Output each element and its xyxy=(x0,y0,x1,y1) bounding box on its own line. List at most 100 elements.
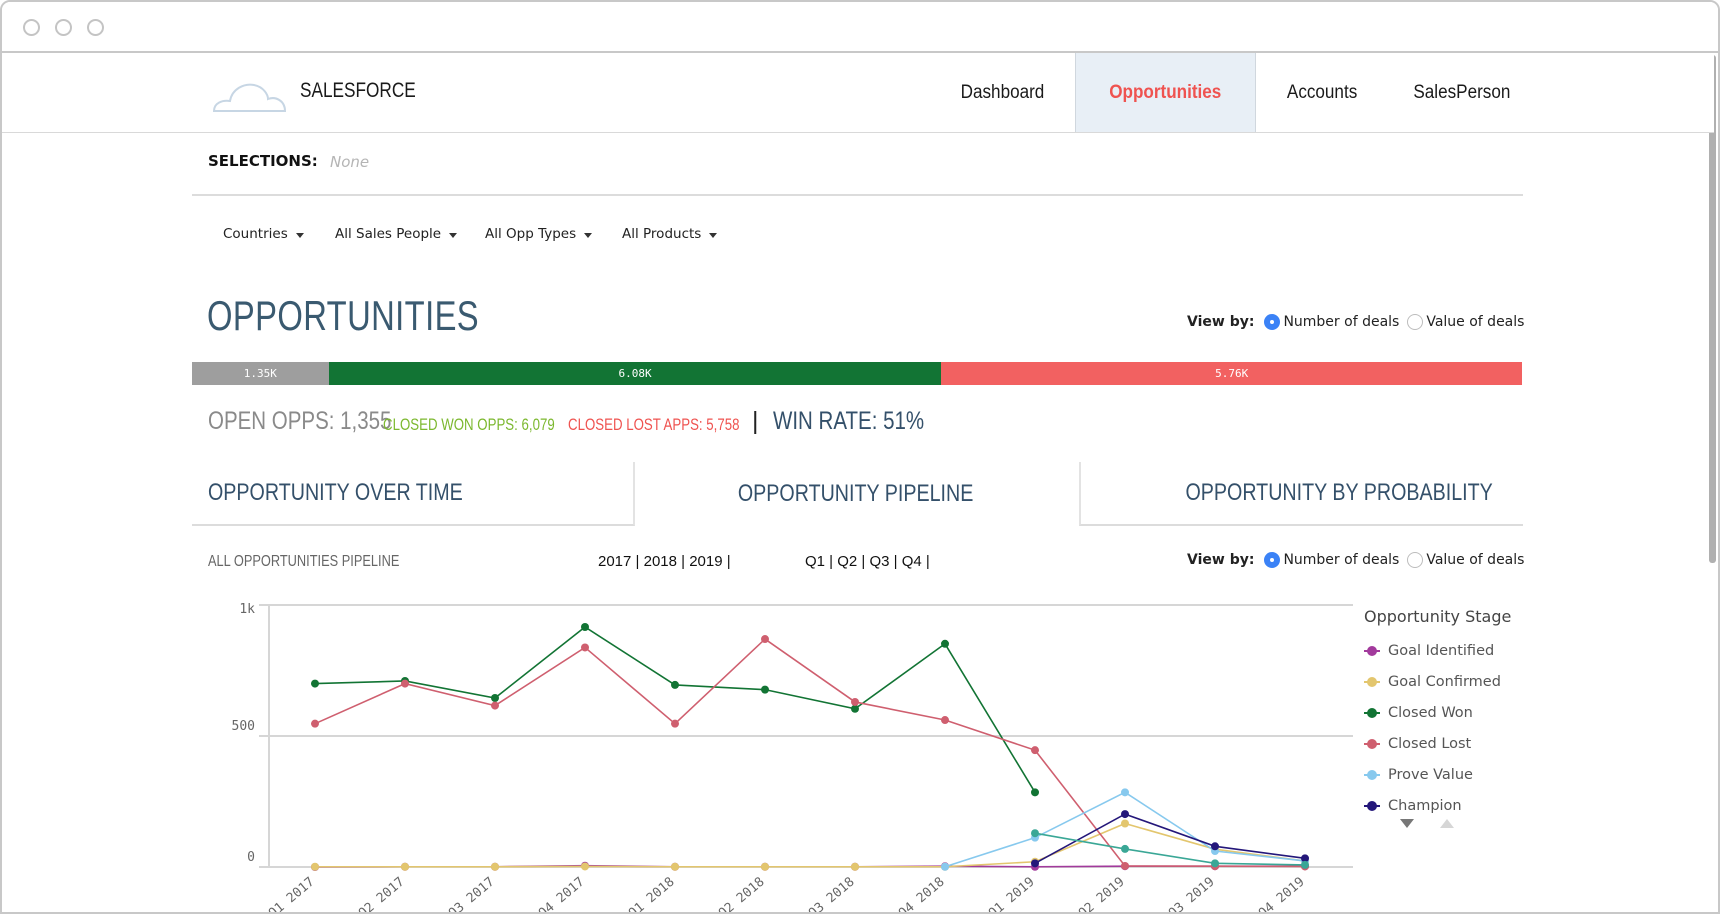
window-close-button[interactable] xyxy=(23,19,40,36)
legend-label: Closed Won xyxy=(1388,704,1473,721)
data-point-closed-lost[interactable] xyxy=(941,716,949,725)
nav-salesperson[interactable]: SalesPerson xyxy=(1396,53,1528,132)
data-point-champion[interactable] xyxy=(1031,859,1039,868)
data-point-closed-won[interactable] xyxy=(851,704,859,713)
radio-value-of-deals[interactable] xyxy=(1407,314,1424,330)
separator: | xyxy=(921,553,930,570)
legend-label: Closed Lost xyxy=(1388,735,1472,752)
bar-label-closed-won: 6.08K xyxy=(618,367,652,380)
series-line-goal-confirmed xyxy=(315,822,1306,868)
quarter-selector: Q1 | Q2 | Q3 | Q4 | xyxy=(805,553,930,570)
data-point-unlisted-teal-series[interactable] xyxy=(1031,829,1039,838)
filter-countries[interactable]: Countries xyxy=(223,226,304,242)
nav-accounts[interactable]: Accounts xyxy=(1256,53,1388,132)
view-by-label: View by: xyxy=(1187,314,1255,330)
legend-item-closed-won[interactable]: Closed Won xyxy=(1364,697,1511,728)
legend-scroll-up-icon[interactable] xyxy=(1440,819,1454,828)
legend-item-goal-confirmed[interactable]: Goal Confirmed xyxy=(1364,666,1511,697)
data-point-closed-lost[interactable] xyxy=(1121,861,1129,870)
legend-item-closed-lost[interactable]: Closed Lost xyxy=(1364,728,1511,759)
x-tick-label: Q1 2018 xyxy=(626,875,678,914)
nav-dashboard[interactable]: Dashboard xyxy=(932,53,1072,132)
data-point-prove-value[interactable] xyxy=(1121,788,1129,797)
x-tick-label: Q4 2018 xyxy=(896,875,948,914)
data-point-closed-lost[interactable] xyxy=(581,643,589,652)
legend-item-champion[interactable]: Champion xyxy=(1364,790,1511,821)
tab-opportunity-over-time[interactable]: OPPORTUNITY OVER TIME xyxy=(192,462,635,526)
data-point-goal-confirmed[interactable] xyxy=(671,862,679,871)
window-maximize-button[interactable] xyxy=(87,19,104,36)
data-point-closed-lost[interactable] xyxy=(401,679,409,688)
quarter-q4[interactable]: Q4 xyxy=(902,553,922,570)
legend-scroll-down-icon[interactable] xyxy=(1400,819,1414,828)
series-line-unlisted-teal-series xyxy=(1034,832,1306,866)
quarter-q3[interactable]: Q3 xyxy=(870,553,890,570)
data-point-unlisted-teal-series[interactable] xyxy=(1301,860,1309,869)
page-title: OPPORTUNITIES xyxy=(207,292,480,339)
bar-segment-closed-lost[interactable]: 5.76K xyxy=(941,362,1522,385)
caret-down-icon xyxy=(295,232,304,238)
data-point-goal-confirmed[interactable] xyxy=(761,862,769,871)
year-2017[interactable]: 2017 xyxy=(598,553,631,570)
data-point-closed-won[interactable] xyxy=(671,680,679,689)
x-tick-label: Q2 2019 xyxy=(1076,875,1128,914)
radio-number-of-deals[interactable] xyxy=(1264,552,1281,568)
data-point-closed-lost[interactable] xyxy=(491,701,499,710)
data-point-champion[interactable] xyxy=(1211,842,1219,851)
year-2018[interactable]: 2018 xyxy=(644,553,677,570)
legend-label: Goal Identified xyxy=(1388,642,1495,659)
option-value-of-deals[interactable]: Value of deals xyxy=(1426,314,1524,330)
data-point-unlisted-teal-series[interactable] xyxy=(1121,844,1129,853)
data-point-goal-confirmed[interactable] xyxy=(311,862,319,871)
data-point-unlisted-teal-series[interactable] xyxy=(1211,859,1219,868)
window-minimize-button[interactable] xyxy=(55,19,72,36)
separator: | xyxy=(825,553,838,570)
data-point-goal-confirmed[interactable] xyxy=(491,862,499,871)
filter-products[interactable]: All Products xyxy=(622,226,718,242)
bar-segment-open[interactable]: 1.35K xyxy=(192,362,329,385)
view-by-summary: View by: Number of deals Value of deals xyxy=(1187,314,1532,330)
nav-opportunities[interactable]: Opportunities xyxy=(1075,53,1256,132)
tab-opportunity-by-probability[interactable]: OPPORTUNITY BY PROBABILITY xyxy=(1079,462,1523,526)
bar-segment-closed-won[interactable]: 6.08K xyxy=(328,362,942,385)
quarter-q2[interactable]: Q2 xyxy=(837,553,857,570)
radio-value-of-deals[interactable] xyxy=(1407,552,1424,568)
data-point-closed-lost[interactable] xyxy=(671,719,679,728)
option-value-of-deals[interactable]: Value of deals xyxy=(1426,552,1524,568)
data-point-closed-lost[interactable] xyxy=(851,697,859,706)
filter-opp-types[interactable]: All Opp Types xyxy=(485,226,593,242)
data-point-prove-value[interactable] xyxy=(941,862,949,871)
quarter-q1[interactable]: Q1 xyxy=(805,553,825,570)
tab-opportunity-pipeline[interactable]: OPPORTUNITY PIPELINE xyxy=(635,462,1077,526)
x-tick-label: Q4 2017 xyxy=(536,875,588,914)
data-point-goal-confirmed[interactable] xyxy=(581,862,589,871)
data-point-closed-won[interactable] xyxy=(491,694,499,703)
data-point-goal-confirmed[interactable] xyxy=(851,862,859,871)
stat-open-opps: OPEN OPPS: 1,355 xyxy=(208,407,392,435)
legend-item-prove-value[interactable]: Prove Value xyxy=(1364,759,1511,790)
data-point-closed-won[interactable] xyxy=(311,679,319,688)
x-tick-label: Q3 2018 xyxy=(806,875,858,914)
radio-number-of-deals[interactable] xyxy=(1264,314,1281,330)
year-2019[interactable]: 2019 xyxy=(689,553,722,570)
data-point-closed-won[interactable] xyxy=(761,685,769,694)
data-point-closed-won[interactable] xyxy=(941,639,949,648)
filter-countries-label: Countries xyxy=(223,226,288,242)
data-point-champion[interactable] xyxy=(1121,810,1129,819)
data-point-closed-won[interactable] xyxy=(581,623,589,632)
data-point-goal-confirmed[interactable] xyxy=(1121,819,1129,828)
legend-marker-icon xyxy=(1364,738,1380,749)
legend-title: Opportunity Stage xyxy=(1364,607,1512,626)
legend-item-goal-identified[interactable]: Goal Identified xyxy=(1364,635,1511,666)
data-point-closed-lost[interactable] xyxy=(311,719,319,728)
option-number-of-deals[interactable]: Number of deals xyxy=(1283,552,1399,568)
data-point-goal-confirmed[interactable] xyxy=(401,862,409,871)
filter-opp-types-label: All Opp Types xyxy=(485,226,577,242)
option-number-of-deals[interactable]: Number of deals xyxy=(1283,314,1399,330)
legend-marker-icon xyxy=(1364,769,1380,780)
data-point-closed-lost[interactable] xyxy=(1031,746,1039,755)
data-point-closed-lost[interactable] xyxy=(761,635,769,644)
filter-sales-people[interactable]: All Sales People xyxy=(335,226,458,242)
data-point-closed-won[interactable] xyxy=(1031,788,1039,797)
nav-salesperson-label: SalesPerson xyxy=(1413,81,1511,103)
